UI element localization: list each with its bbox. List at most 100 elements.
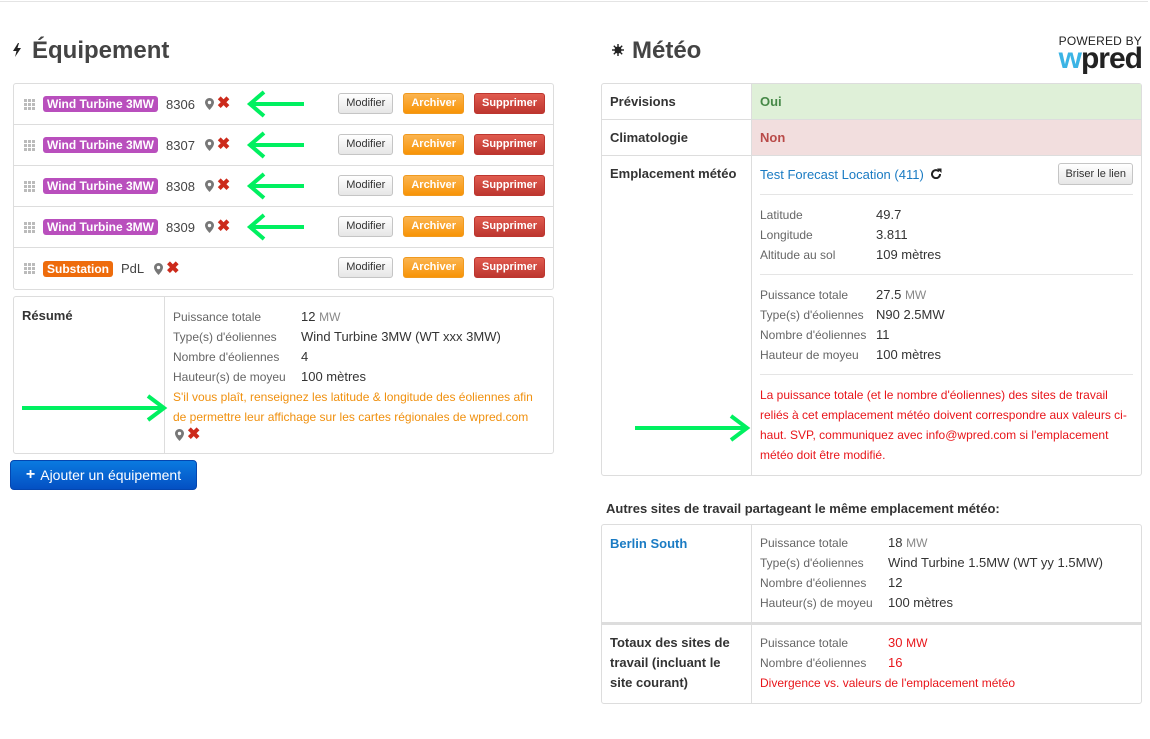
edit-button[interactable]: Modifier bbox=[338, 134, 394, 155]
equipment-id: PdL bbox=[121, 261, 145, 276]
field-label: Longitude bbox=[760, 228, 813, 242]
field-value: 30 MW bbox=[888, 635, 928, 650]
break-link-button[interactable]: Briser le lien bbox=[1058, 163, 1133, 185]
missing-location-x-icon: ✖ bbox=[216, 136, 231, 153]
field-label: Nombre d'éoliennes bbox=[173, 350, 280, 364]
coordinates-warning: S'il vous plaît, renseignez les latitude… bbox=[173, 390, 533, 424]
key-value-row: Puissance totale 18 MW bbox=[760, 533, 1133, 553]
delete-button[interactable]: Supprimer bbox=[473, 257, 545, 278]
meteo-title: Météo bbox=[632, 37, 702, 64]
missing-location-x-icon: ✖ bbox=[216, 218, 231, 235]
key-value-row: Nombre d'éoliennes 16 bbox=[760, 653, 1133, 673]
map-pin-icon bbox=[204, 139, 214, 151]
annotation-arrow bbox=[246, 171, 306, 204]
edit-button[interactable]: Modifier bbox=[338, 93, 394, 114]
map-pin-icon bbox=[204, 98, 214, 110]
archive-button[interactable]: Archiver bbox=[403, 257, 464, 278]
field-label: Nombre d'éoliennes bbox=[760, 656, 867, 670]
field-value: 109 mètres bbox=[876, 247, 942, 262]
annotation-arrow bbox=[246, 89, 306, 122]
equipment-id: 8306 bbox=[166, 96, 195, 112]
field-value: 4 bbox=[301, 349, 309, 364]
key-value-row: Nombre d'éoliennes 11 bbox=[760, 325, 1133, 345]
key-value-row: Hauteur(s) de moyeu 100 mètres bbox=[760, 593, 1133, 613]
forecast-location-link[interactable]: Test Forecast Location (411) bbox=[760, 167, 924, 182]
archive-button[interactable]: Archiver bbox=[403, 175, 464, 196]
field-label: Type(s) d'éoliennes bbox=[760, 308, 864, 322]
delete-button[interactable]: Supprimer bbox=[473, 93, 545, 114]
field-label: Puissance totale bbox=[760, 536, 849, 550]
missing-location-x-icon: ✖ bbox=[216, 177, 231, 194]
field-label: Altitude au sol bbox=[760, 248, 836, 262]
equipment-summary: Résumé Puissance totale 12 MW Type(s) d'éo… bbox=[13, 296, 554, 454]
equipment-row: Substation PdL ✖ Modifier Archiver Supprimer bbox=[14, 248, 553, 289]
equipment-type-badge: Wind Turbine 3MW bbox=[43, 137, 158, 153]
sun-icon bbox=[612, 43, 632, 59]
drag-handle-icon[interactable] bbox=[24, 139, 35, 151]
field-label: Puissance totale bbox=[760, 288, 849, 302]
climatology-row: Climatologie Non bbox=[602, 120, 1141, 156]
site-link-berlin-south[interactable]: Berlin South bbox=[610, 536, 687, 551]
archive-button[interactable]: Archiver bbox=[403, 93, 464, 114]
equipment-type-badge: Wind Turbine 3MW bbox=[43, 178, 158, 194]
mismatch-warning: La puissance totale (et le nombre d'éoli… bbox=[760, 388, 1127, 462]
missing-location-x-icon: ✖ bbox=[166, 259, 180, 277]
external-link-icon[interactable] bbox=[931, 168, 942, 182]
edit-button[interactable]: Modifier bbox=[338, 257, 394, 278]
key-value-row: Hauteur de moyeu 100 mètres bbox=[760, 345, 1133, 365]
forecast-row: Prévisions Oui bbox=[602, 84, 1141, 120]
key-value-row: Type(s) d'éoliennes Wind Turbine 1.5MW (W… bbox=[760, 553, 1133, 573]
field-label: Hauteur de moyeu bbox=[760, 348, 859, 362]
key-value-row: Type(s) d'éoliennes Wind Turbine 3MW (WT … bbox=[173, 327, 545, 347]
climatology-status: Non bbox=[752, 120, 1141, 155]
map-pin-icon bbox=[204, 180, 214, 192]
field-label: Puissance totale bbox=[173, 310, 262, 324]
field-label: Type(s) d'éoliennes bbox=[173, 330, 277, 344]
other-sites-title: Autres sites de travail partageant le mê… bbox=[606, 501, 1000, 516]
top-border bbox=[0, 1, 1148, 2]
delete-button[interactable]: Supprimer bbox=[473, 216, 545, 237]
delete-button[interactable]: Supprimer bbox=[473, 175, 545, 196]
equipment-row: Wind Turbine 3MW 8307 ✖ Modifier Archiver Sup… bbox=[14, 125, 553, 166]
other-sites-table: Berlin South Puissance totale 18 MW Type(s… bbox=[601, 524, 1142, 704]
missing-location-x-icon: ✖ bbox=[187, 426, 201, 443]
equipment-type-badge: Wind Turbine 3MW bbox=[43, 219, 158, 235]
key-value-row: Nombre d'éoliennes 12 bbox=[760, 573, 1133, 593]
equipment-heading: Équipement bbox=[12, 37, 169, 65]
equipment-row: Wind Turbine 3MW 8306 ✖ Modifier Archiver Sup… bbox=[14, 84, 553, 125]
field-value: 11 bbox=[876, 327, 890, 342]
equipment-row: Wind Turbine 3MW 8308 ✖ Modifier Archiver Sup… bbox=[14, 166, 553, 207]
annotation-arrow bbox=[246, 130, 306, 163]
drag-handle-icon[interactable] bbox=[24, 98, 35, 110]
add-equipment-button[interactable]: + Ajouter un équipement bbox=[10, 460, 197, 490]
equipment-id: 8309 bbox=[166, 219, 195, 235]
plus-icon: + bbox=[25, 466, 36, 483]
key-value-row: Hauteur(s) de moyeu 100 mètres bbox=[173, 367, 545, 387]
field-value: 18 MW bbox=[888, 535, 928, 550]
edit-button[interactable]: Modifier bbox=[338, 216, 394, 237]
wpred-logo: POWERED BY wpred bbox=[1058, 34, 1143, 75]
key-value-row: Longitude 3.811 bbox=[760, 225, 1133, 245]
archive-button[interactable]: Archiver bbox=[403, 216, 464, 237]
field-label: Puissance totale bbox=[760, 636, 849, 650]
map-pin-icon bbox=[175, 429, 184, 441]
drag-handle-icon[interactable] bbox=[24, 180, 35, 192]
field-label: Type(s) d'éoliennes bbox=[760, 556, 864, 570]
archive-button[interactable]: Archiver bbox=[403, 134, 464, 155]
key-value-row: Latitude 49.7 bbox=[760, 205, 1133, 225]
equipment-id: 8307 bbox=[166, 137, 195, 153]
field-value: 27.5 MW bbox=[876, 287, 927, 302]
field-value: 49.7 bbox=[876, 207, 902, 222]
bolt-icon bbox=[12, 42, 32, 60]
key-value-row: Nombre d'éoliennes 4 bbox=[173, 347, 545, 367]
edit-button[interactable]: Modifier bbox=[338, 175, 394, 196]
field-label: Latitude bbox=[760, 208, 803, 222]
field-value: 12 MW bbox=[301, 309, 341, 324]
equipment-list: Wind Turbine 3MW 8306 ✖ Modifier Archiver Sup… bbox=[13, 83, 554, 290]
field-value: 100 mètres bbox=[888, 595, 954, 610]
field-value: 12 bbox=[888, 575, 903, 590]
field-label: Hauteur(s) de moyeu bbox=[760, 596, 873, 610]
drag-handle-icon[interactable] bbox=[24, 221, 35, 233]
drag-handle-icon[interactable] bbox=[24, 263, 35, 274]
delete-button[interactable]: Supprimer bbox=[473, 134, 545, 155]
